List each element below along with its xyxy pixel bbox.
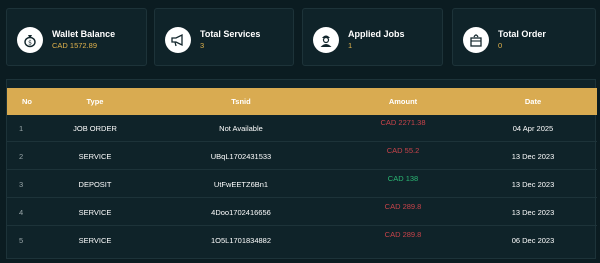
megaphone-icon bbox=[165, 27, 191, 53]
table-row: 3 DEPOSIT UtFwEETZ6Bn1 CAD 138 13 Dec 20… bbox=[7, 171, 597, 198]
summary-cards: $ Wallet Balance CAD 1572.89 Total Servi… bbox=[6, 8, 596, 66]
row-amount: CAD 138 bbox=[387, 174, 419, 183]
row-date: 13 Dec 2023 bbox=[511, 208, 555, 217]
row-tid: Not Available bbox=[219, 124, 263, 133]
money-bag-icon: $ bbox=[17, 27, 43, 53]
row-tid: UtFwEETZ6Bn1 bbox=[213, 180, 269, 189]
transactions-table: No Type Tsnid Amount Date 1 JOB ORDER No… bbox=[6, 79, 597, 259]
applied-jobs-card[interactable]: Applied Jobs 1 bbox=[302, 8, 443, 66]
header-no: No bbox=[22, 97, 32, 106]
row-tid: 1O5L1701834882 bbox=[210, 236, 272, 245]
svg-text:$: $ bbox=[28, 40, 32, 47]
card-title: Wallet Balance bbox=[52, 29, 116, 39]
row-amount: CAD 289.8 bbox=[384, 202, 422, 211]
row-date: 13 Dec 2023 bbox=[511, 180, 555, 189]
header-type: Type bbox=[86, 97, 104, 106]
total-services-card[interactable]: Total Services 3 bbox=[154, 8, 294, 66]
table-header: No Type Tsnid Amount Date bbox=[7, 88, 597, 115]
card-value: 0 bbox=[498, 41, 503, 50]
wallet-balance-card[interactable]: $ Wallet Balance CAD 1572.89 bbox=[6, 8, 147, 66]
table-row: 2 SERVICE UBqL1702431533 CAD 55.2 13 Dec… bbox=[7, 143, 597, 170]
row-type: DEPOSIT bbox=[78, 180, 112, 189]
row-tid: UBqL1702431533 bbox=[210, 152, 272, 161]
card-value: 3 bbox=[200, 41, 205, 50]
worker-icon bbox=[313, 27, 339, 53]
row-date: 06 Dec 2023 bbox=[511, 236, 555, 245]
card-title: Total Services bbox=[200, 29, 261, 39]
total-order-card[interactable]: Total Order 0 bbox=[452, 8, 596, 66]
table-row: 5 SERVICE 1O5L1701834882 CAD 289.8 06 De… bbox=[7, 227, 597, 254]
header-tid: Tsnid bbox=[231, 97, 251, 106]
card-value: CAD 1572.89 bbox=[52, 41, 98, 50]
row-tid: 4Doo1702416656 bbox=[211, 208, 271, 217]
table-row: 1 JOB ORDER Not Available CAD 2271.38 04… bbox=[7, 115, 597, 142]
row-amount: CAD 2271.38 bbox=[380, 118, 426, 127]
row-type: SERVICE bbox=[78, 208, 112, 217]
row-type: JOB ORDER bbox=[73, 124, 117, 133]
row-type: SERVICE bbox=[78, 236, 112, 245]
order-box-icon bbox=[463, 27, 489, 53]
row-amount: CAD 55.2 bbox=[386, 146, 420, 155]
table-row: 4 SERVICE 4Doo1702416656 CAD 289.8 13 De… bbox=[7, 199, 597, 226]
row-date: 04 Apr 2025 bbox=[512, 124, 554, 133]
card-title: Applied Jobs bbox=[348, 29, 405, 39]
header-amount: Amount bbox=[388, 97, 418, 106]
row-type: SERVICE bbox=[78, 152, 112, 161]
card-value: 1 bbox=[348, 41, 353, 50]
header-date: Date bbox=[524, 97, 542, 106]
row-amount: CAD 289.8 bbox=[384, 230, 422, 239]
row-date: 13 Dec 2023 bbox=[511, 152, 555, 161]
card-title: Total Order bbox=[498, 29, 546, 39]
